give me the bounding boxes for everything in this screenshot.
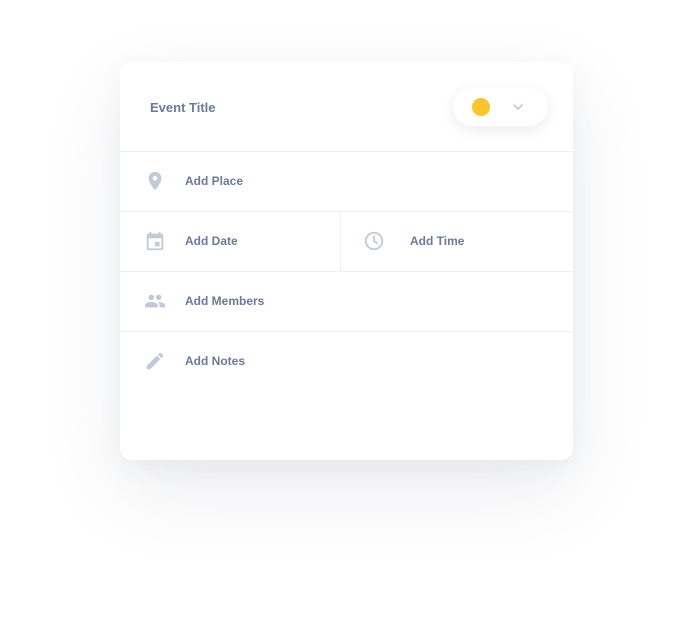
add-place-field[interactable]: Add Place: [120, 152, 573, 212]
add-place-label: Add Place: [185, 174, 244, 188]
chevron-down-icon: [513, 104, 523, 110]
add-notes-label: Add Notes: [185, 354, 245, 368]
add-members-field[interactable]: Add Members: [120, 272, 573, 332]
selected-color-swatch: [472, 98, 490, 116]
color-picker-dropdown[interactable]: [453, 88, 548, 126]
clock-icon: [364, 231, 384, 251]
add-members-label: Add Members: [185, 294, 265, 308]
event-header: Event Title: [120, 62, 573, 152]
people-icon: [144, 294, 166, 308]
pencil-icon: [146, 352, 164, 370]
add-date-label: Add Date: [185, 234, 238, 248]
add-time-field[interactable]: Add Time: [341, 212, 573, 272]
add-time-label: Add Time: [410, 234, 465, 248]
location-pin-icon: [148, 171, 162, 191]
event-title[interactable]: Event Title: [150, 100, 216, 116]
add-notes-field[interactable]: Add Notes: [120, 332, 573, 391]
event-card: Event Title Add Place Add Date Add Time: [120, 62, 573, 460]
date-time-divider: [340, 212, 341, 272]
add-date-field[interactable]: Add Date: [120, 212, 340, 272]
calendar-icon: [146, 231, 164, 251]
